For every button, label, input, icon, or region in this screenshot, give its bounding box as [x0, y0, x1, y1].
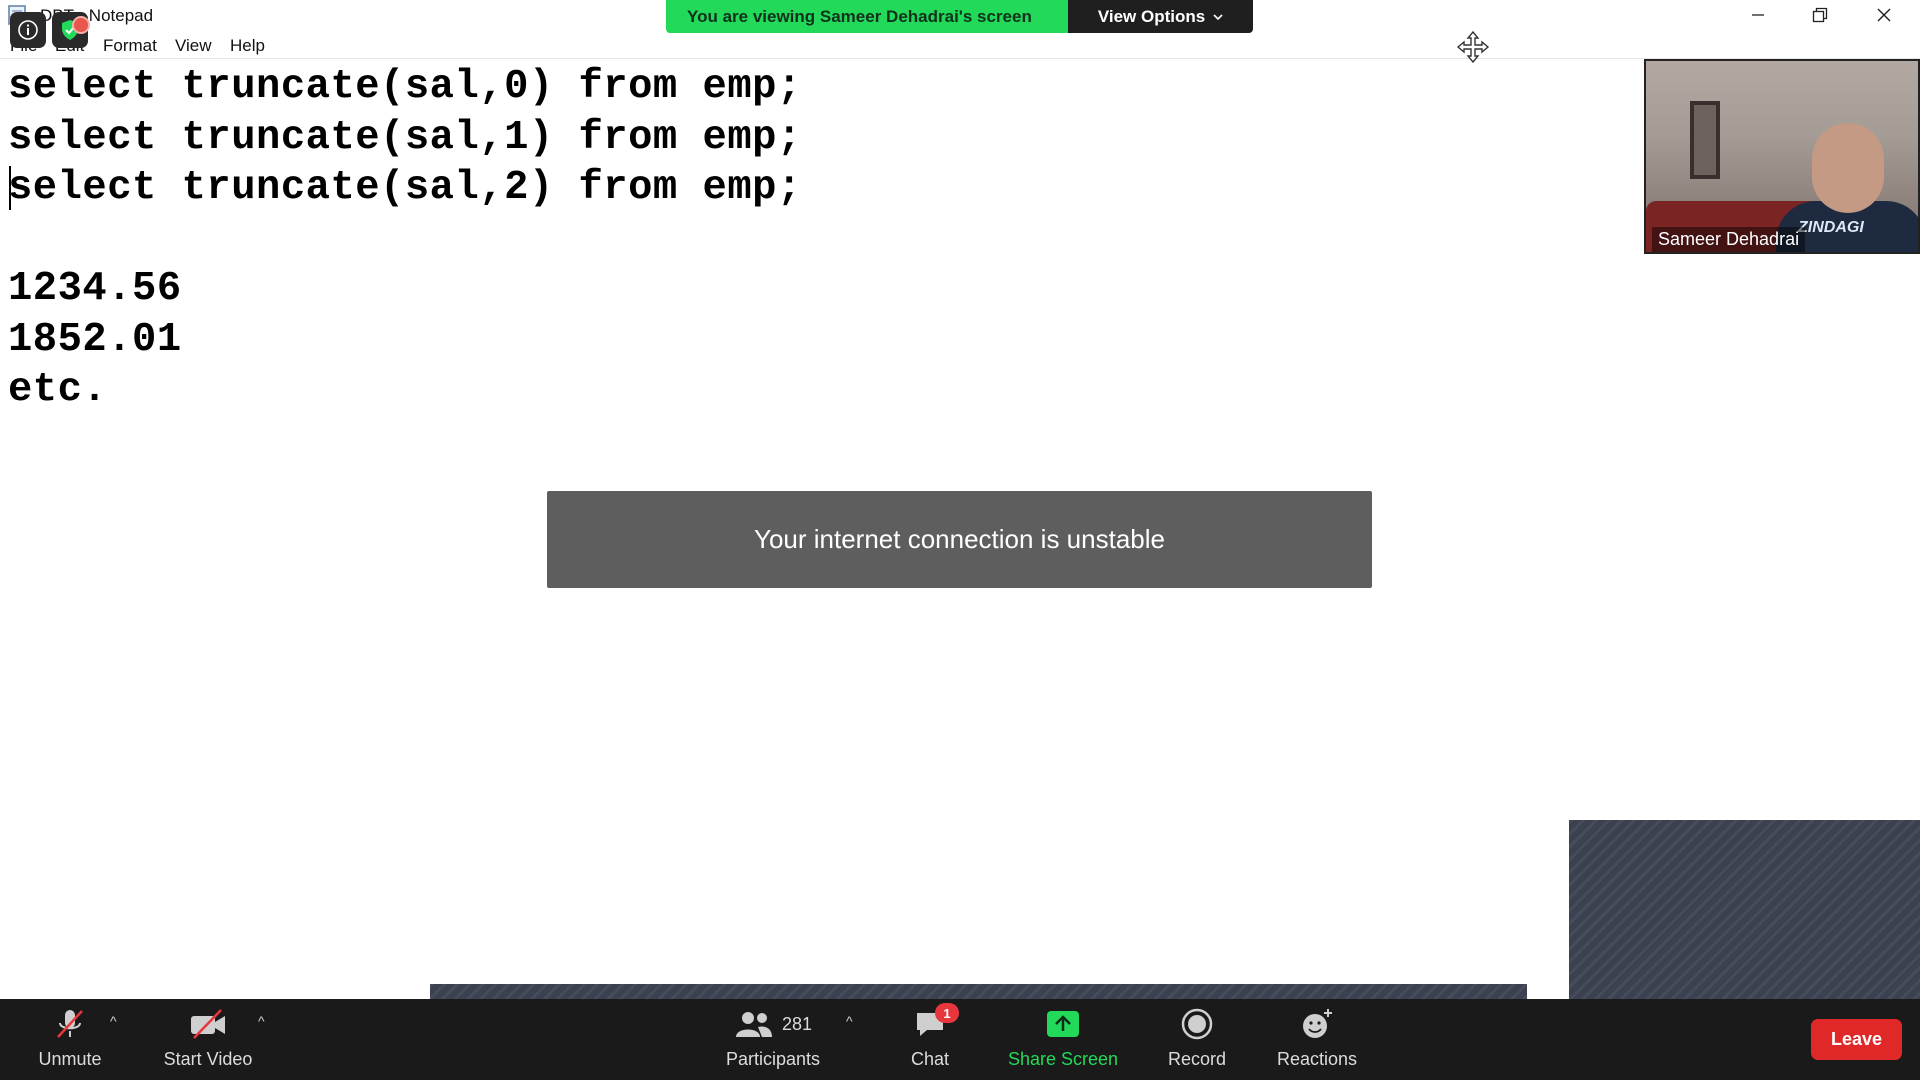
participants-options-caret[interactable]: ^	[846, 1013, 853, 1029]
chat-unread-badge: 1	[935, 1003, 959, 1023]
editor-line: 1234.56	[8, 266, 182, 312]
screen-share-banner: You are viewing Sameer Dehadrai's screen…	[666, 0, 1253, 33]
restore-button[interactable]	[1790, 0, 1850, 30]
text-caret	[9, 166, 11, 210]
reactions-button[interactable]: Reactions	[1272, 999, 1362, 1080]
video-camera-off-icon	[191, 1009, 225, 1039]
view-options-button[interactable]: View Options	[1068, 0, 1253, 33]
menu-view[interactable]: View	[175, 36, 212, 56]
meeting-info-button[interactable]	[10, 12, 46, 48]
menu-help[interactable]: Help	[230, 36, 265, 56]
participant-head	[1812, 123, 1884, 213]
editor-line: 1852.01	[8, 316, 182, 363]
start-video-button[interactable]: Start Video	[155, 999, 261, 1080]
shirt-text: ZINDAGI	[1798, 219, 1864, 236]
participants-count: 281	[781, 1013, 813, 1034]
meeting-control-bar: Unmute ^ Start Video ^ 281 Participants …	[0, 999, 1920, 1080]
participants-icon	[735, 1012, 772, 1037]
minimize-icon	[1752, 14, 1764, 16]
unmute-label: Unmute	[38, 1049, 102, 1069]
editor-line: select truncate(sal,0) from emp;	[8, 64, 802, 110]
microphone-muted-icon	[57, 1010, 83, 1038]
chevron-down-icon	[1213, 13, 1223, 20]
editor-line: select truncate(sal,2) from emp;	[8, 165, 802, 211]
share-placeholder-strip	[430, 984, 1527, 999]
wall-picture	[1690, 101, 1720, 179]
recording-indicator-icon	[72, 16, 90, 34]
share-screen-icon	[1047, 1011, 1079, 1037]
minimize-button[interactable]	[1728, 0, 1788, 30]
audio-options-caret[interactable]: ^	[110, 1013, 117, 1029]
restore-icon	[1812, 7, 1828, 23]
start-video-label: Start Video	[163, 1049, 253, 1069]
leave-label: Leave	[1830, 1029, 1883, 1049]
participants-label: Participants	[725, 1049, 821, 1069]
unmute-button[interactable]: Unmute	[30, 999, 110, 1080]
record-label: Record	[1167, 1049, 1227, 1069]
close-window-button[interactable]	[1854, 0, 1914, 30]
move-cursor-icon	[1456, 30, 1490, 64]
view-options-label: View Options	[1097, 6, 1206, 26]
menu-format[interactable]: Format	[103, 36, 157, 56]
editor-line: select truncate(sal,1) from emp;	[8, 114, 802, 161]
reactions-label: Reactions	[1276, 1049, 1358, 1069]
participant-name-label: Sameer Dehadrai	[1652, 227, 1806, 252]
notepad-menubar: File Edit Format View Help	[0, 33, 1920, 59]
chat-label: Chat	[910, 1049, 950, 1069]
video-placeholder-panel	[1569, 820, 1920, 999]
share-screen-button[interactable]: Share Screen	[1004, 999, 1122, 1080]
share-screen-label: Share Screen	[1007, 1049, 1119, 1069]
meeting-info-icons	[10, 12, 90, 48]
toast-message: Your internet connection is unstable	[754, 524, 1165, 554]
editor-line: etc.	[8, 367, 108, 413]
record-button[interactable]: Record	[1162, 999, 1232, 1080]
video-options-caret[interactable]: ^	[258, 1013, 265, 1029]
record-icon	[1181, 1008, 1213, 1040]
leave-meeting-button[interactable]: Leave	[1811, 1019, 1902, 1060]
info-icon	[18, 20, 38, 40]
notepad-text-area[interactable]: select truncate(sal,0) from emp; select …	[8, 62, 1608, 416]
smiley-add-icon	[1303, 1009, 1332, 1038]
chat-button[interactable]: 1 Chat	[900, 999, 960, 1080]
connection-unstable-toast: Your internet connection is unstable	[547, 491, 1372, 588]
viewing-screen-label: You are viewing Sameer Dehadrai's screen	[666, 0, 1068, 33]
menubar-divider	[0, 58, 1920, 59]
close-icon	[1877, 8, 1891, 22]
participant-video-tile[interactable]: ZINDAGI Sameer Dehadrai	[1644, 59, 1920, 254]
participants-button[interactable]: 281 Participants	[718, 999, 828, 1080]
